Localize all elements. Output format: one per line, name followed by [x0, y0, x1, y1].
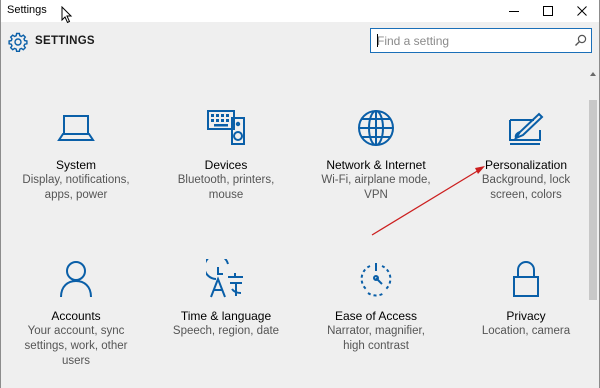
maximize-button[interactable] [531, 0, 565, 22]
close-icon [577, 6, 587, 16]
tile-devices[interactable]: Devices Bluetooth, printers, mouse [156, 108, 296, 203]
tile-label: System [55, 158, 96, 172]
settings-header: SETTINGS [1, 22, 599, 64]
tile-label: Devices [204, 158, 248, 172]
minimize-icon [509, 11, 519, 12]
tile-label: Accounts [51, 309, 101, 323]
tile-label: Network & Internet [326, 158, 426, 172]
text-caret [377, 34, 378, 47]
gear-icon [8, 32, 28, 52]
tile-personalization[interactable]: Personalization Background, lock screen, … [456, 108, 596, 203]
tile-description: Background, lock screen, colors [481, 174, 571, 201]
tile-description: Speech, region, date [172, 325, 280, 337]
tile-label: Privacy [506, 309, 546, 323]
settings-window: Settings SETTINGS Find a setting System … [0, 0, 600, 388]
tile-ease-of-access[interactable]: Ease of Access Narrator, magnifier, high … [306, 259, 446, 354]
minimize-button[interactable] [497, 0, 531, 22]
search-input[interactable] [371, 29, 567, 52]
person-icon [60, 261, 92, 298]
tile-accounts[interactable]: Accounts Your account, sync settings, wor… [6, 259, 146, 369]
tile-label: Ease of Access [334, 309, 418, 323]
tile-network-internet[interactable]: Network & Internet Wi-Fi, airplane mode,… [306, 108, 446, 203]
tile-time-language[interactable]: Time & language Speech, region, date [156, 259, 296, 339]
devices-icon [207, 110, 245, 145]
scroll-up-icon[interactable] [589, 70, 597, 78]
tile-description: Narrator, magnifier, high contrast [327, 325, 425, 352]
title-bar[interactable]: Settings [1, 0, 599, 24]
page-title: SETTINGS [35, 35, 95, 47]
tile-description: Bluetooth, printers, mouse [177, 174, 275, 201]
lock-icon [513, 261, 539, 297]
tile-label: Personalization [484, 158, 568, 172]
close-button[interactable] [565, 0, 599, 22]
window-title: Settings [7, 4, 47, 16]
tile-description: Location, camera [481, 325, 571, 337]
ease-of-access-icon [360, 263, 392, 297]
globe-icon [358, 110, 394, 146]
tile-label: Time & language [180, 309, 272, 323]
search-icon[interactable] [574, 34, 587, 47]
tile-description: Wi-Fi, airplane mode, VPN [321, 174, 431, 201]
tile-description: Display, notifications, apps, power [22, 174, 130, 201]
time-language-icon [206, 259, 243, 298]
paintbrush-icon [509, 112, 544, 145]
tile-privacy[interactable]: Privacy Location, camera [456, 259, 596, 339]
maximize-icon [543, 6, 553, 16]
laptop-icon [57, 115, 95, 141]
tile-description: Your account, sync settings, work, other u… [24, 325, 128, 367]
search-box[interactable] [370, 28, 592, 53]
tile-system[interactable]: System Display, notifications, apps, powe… [6, 108, 146, 203]
